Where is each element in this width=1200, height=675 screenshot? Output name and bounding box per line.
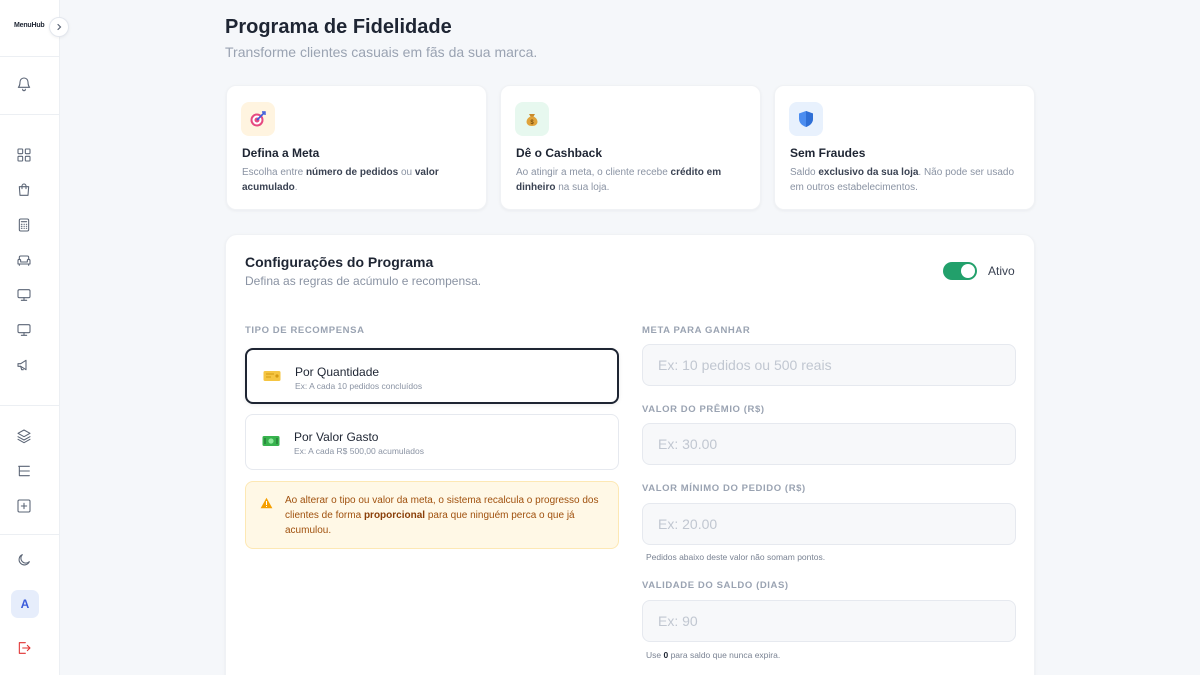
avatar[interactable]: A xyxy=(11,590,39,618)
page-title: Programa de Fidelidade xyxy=(225,16,452,38)
divider xyxy=(0,56,60,57)
divider xyxy=(0,405,60,406)
active-toggle[interactable] xyxy=(943,262,977,280)
warning-text: Ao alterar o tipo ou valor da meta, o si… xyxy=(285,495,599,536)
chevron-right-icon xyxy=(57,23,62,31)
ticket-icon xyxy=(263,369,281,383)
feature-card-fraud: Sem Fraudes Saldo exclusivo da sua loja.… xyxy=(774,85,1035,210)
feature-description: Saldo exclusivo da sua loja. Não pode se… xyxy=(790,167,1015,193)
reward-type-label: Tipo de Recompensa xyxy=(245,325,365,336)
logout-icon[interactable] xyxy=(14,638,34,658)
monitor-icon[interactable] xyxy=(14,285,34,305)
brand-logo: MenuHub xyxy=(14,22,45,29)
reward-option-title: Por Quantidade xyxy=(295,365,380,379)
active-toggle-label: Ativo xyxy=(988,264,1015,278)
megaphone-icon[interactable] xyxy=(14,355,34,375)
settings-title: Configurações do Programa xyxy=(245,254,434,270)
validity-days-input[interactable] xyxy=(642,600,1016,642)
list-tree-icon[interactable] xyxy=(14,461,34,481)
shield-icon xyxy=(789,102,823,136)
min-order-hint: Pedidos abaixo deste valor não somam pon… xyxy=(646,552,826,562)
recalculation-warning: Ao alterar o tipo ou valor da meta, o si… xyxy=(245,481,619,549)
feature-title: Defina a Meta xyxy=(242,146,320,160)
bell-icon[interactable] xyxy=(14,74,34,94)
settings-subtitle: Defina as regras de acúmulo e recompensa… xyxy=(245,274,482,288)
divider xyxy=(0,114,60,115)
prize-value-input[interactable] xyxy=(642,423,1016,465)
validity-hint: Use 0 para saldo que nunca expira. xyxy=(646,650,781,660)
validity-field-label: Validade do Saldo (Dias) xyxy=(642,580,789,591)
dashboard-icon[interactable] xyxy=(14,145,34,165)
plus-square-icon[interactable] xyxy=(14,496,34,516)
reward-option-subtitle: Ex: A cada R$ 500,00 acumulados xyxy=(294,446,424,456)
goal-input[interactable] xyxy=(642,344,1016,386)
monitor-icon[interactable] xyxy=(14,320,34,340)
prize-field-label: Valor do Prêmio (R$) xyxy=(642,404,765,415)
feature-description: Ao atingir a meta, o cliente recebe créd… xyxy=(516,167,722,193)
target-icon xyxy=(241,102,275,136)
page-subtitle: Transforme clientes casuais em fãs da su… xyxy=(225,44,538,60)
reward-option-value[interactable]: Por Valor Gasto Ex: A cada R$ 500,00 acu… xyxy=(245,414,619,470)
min-order-field-label: Valor Mínimo do Pedido (R$) xyxy=(642,483,806,494)
calculator-icon[interactable] xyxy=(14,215,34,235)
min-order-input[interactable] xyxy=(642,503,1016,545)
program-settings-card: Configurações do Programa Defina as regr… xyxy=(225,234,1035,675)
reward-option-subtitle: Ex: A cada 10 pedidos concluídos xyxy=(295,381,423,391)
money-bag-icon: $ xyxy=(515,102,549,136)
layers-icon[interactable] xyxy=(14,426,34,446)
sidebar: MenuHub A xyxy=(0,0,69,675)
shopping-bag-icon[interactable] xyxy=(14,180,34,200)
divider xyxy=(0,534,60,535)
sofa-icon[interactable] xyxy=(14,250,34,270)
feature-card-meta: Defina a Meta Escolha entre número de pe… xyxy=(226,85,487,210)
reward-option-title: Por Valor Gasto xyxy=(294,430,379,444)
feature-title: Sem Fraudes xyxy=(790,146,866,160)
feature-description: Escolha entre número de pedidos ou valor… xyxy=(242,167,439,193)
banknote-icon xyxy=(262,434,280,448)
warning-icon xyxy=(260,497,273,509)
toggle-knob xyxy=(961,264,975,278)
goal-field-label: Meta para Ganhar xyxy=(642,325,751,336)
feature-title: Dê o Cashback xyxy=(516,146,603,160)
reward-option-quantity[interactable]: Por Quantidade Ex: A cada 10 pedidos con… xyxy=(245,348,619,404)
moon-icon[interactable] xyxy=(14,550,34,570)
feature-card-cashback: $ Dê o Cashback Ao atingir a meta, o cli… xyxy=(500,85,761,210)
collapse-sidebar-button[interactable] xyxy=(49,17,69,37)
